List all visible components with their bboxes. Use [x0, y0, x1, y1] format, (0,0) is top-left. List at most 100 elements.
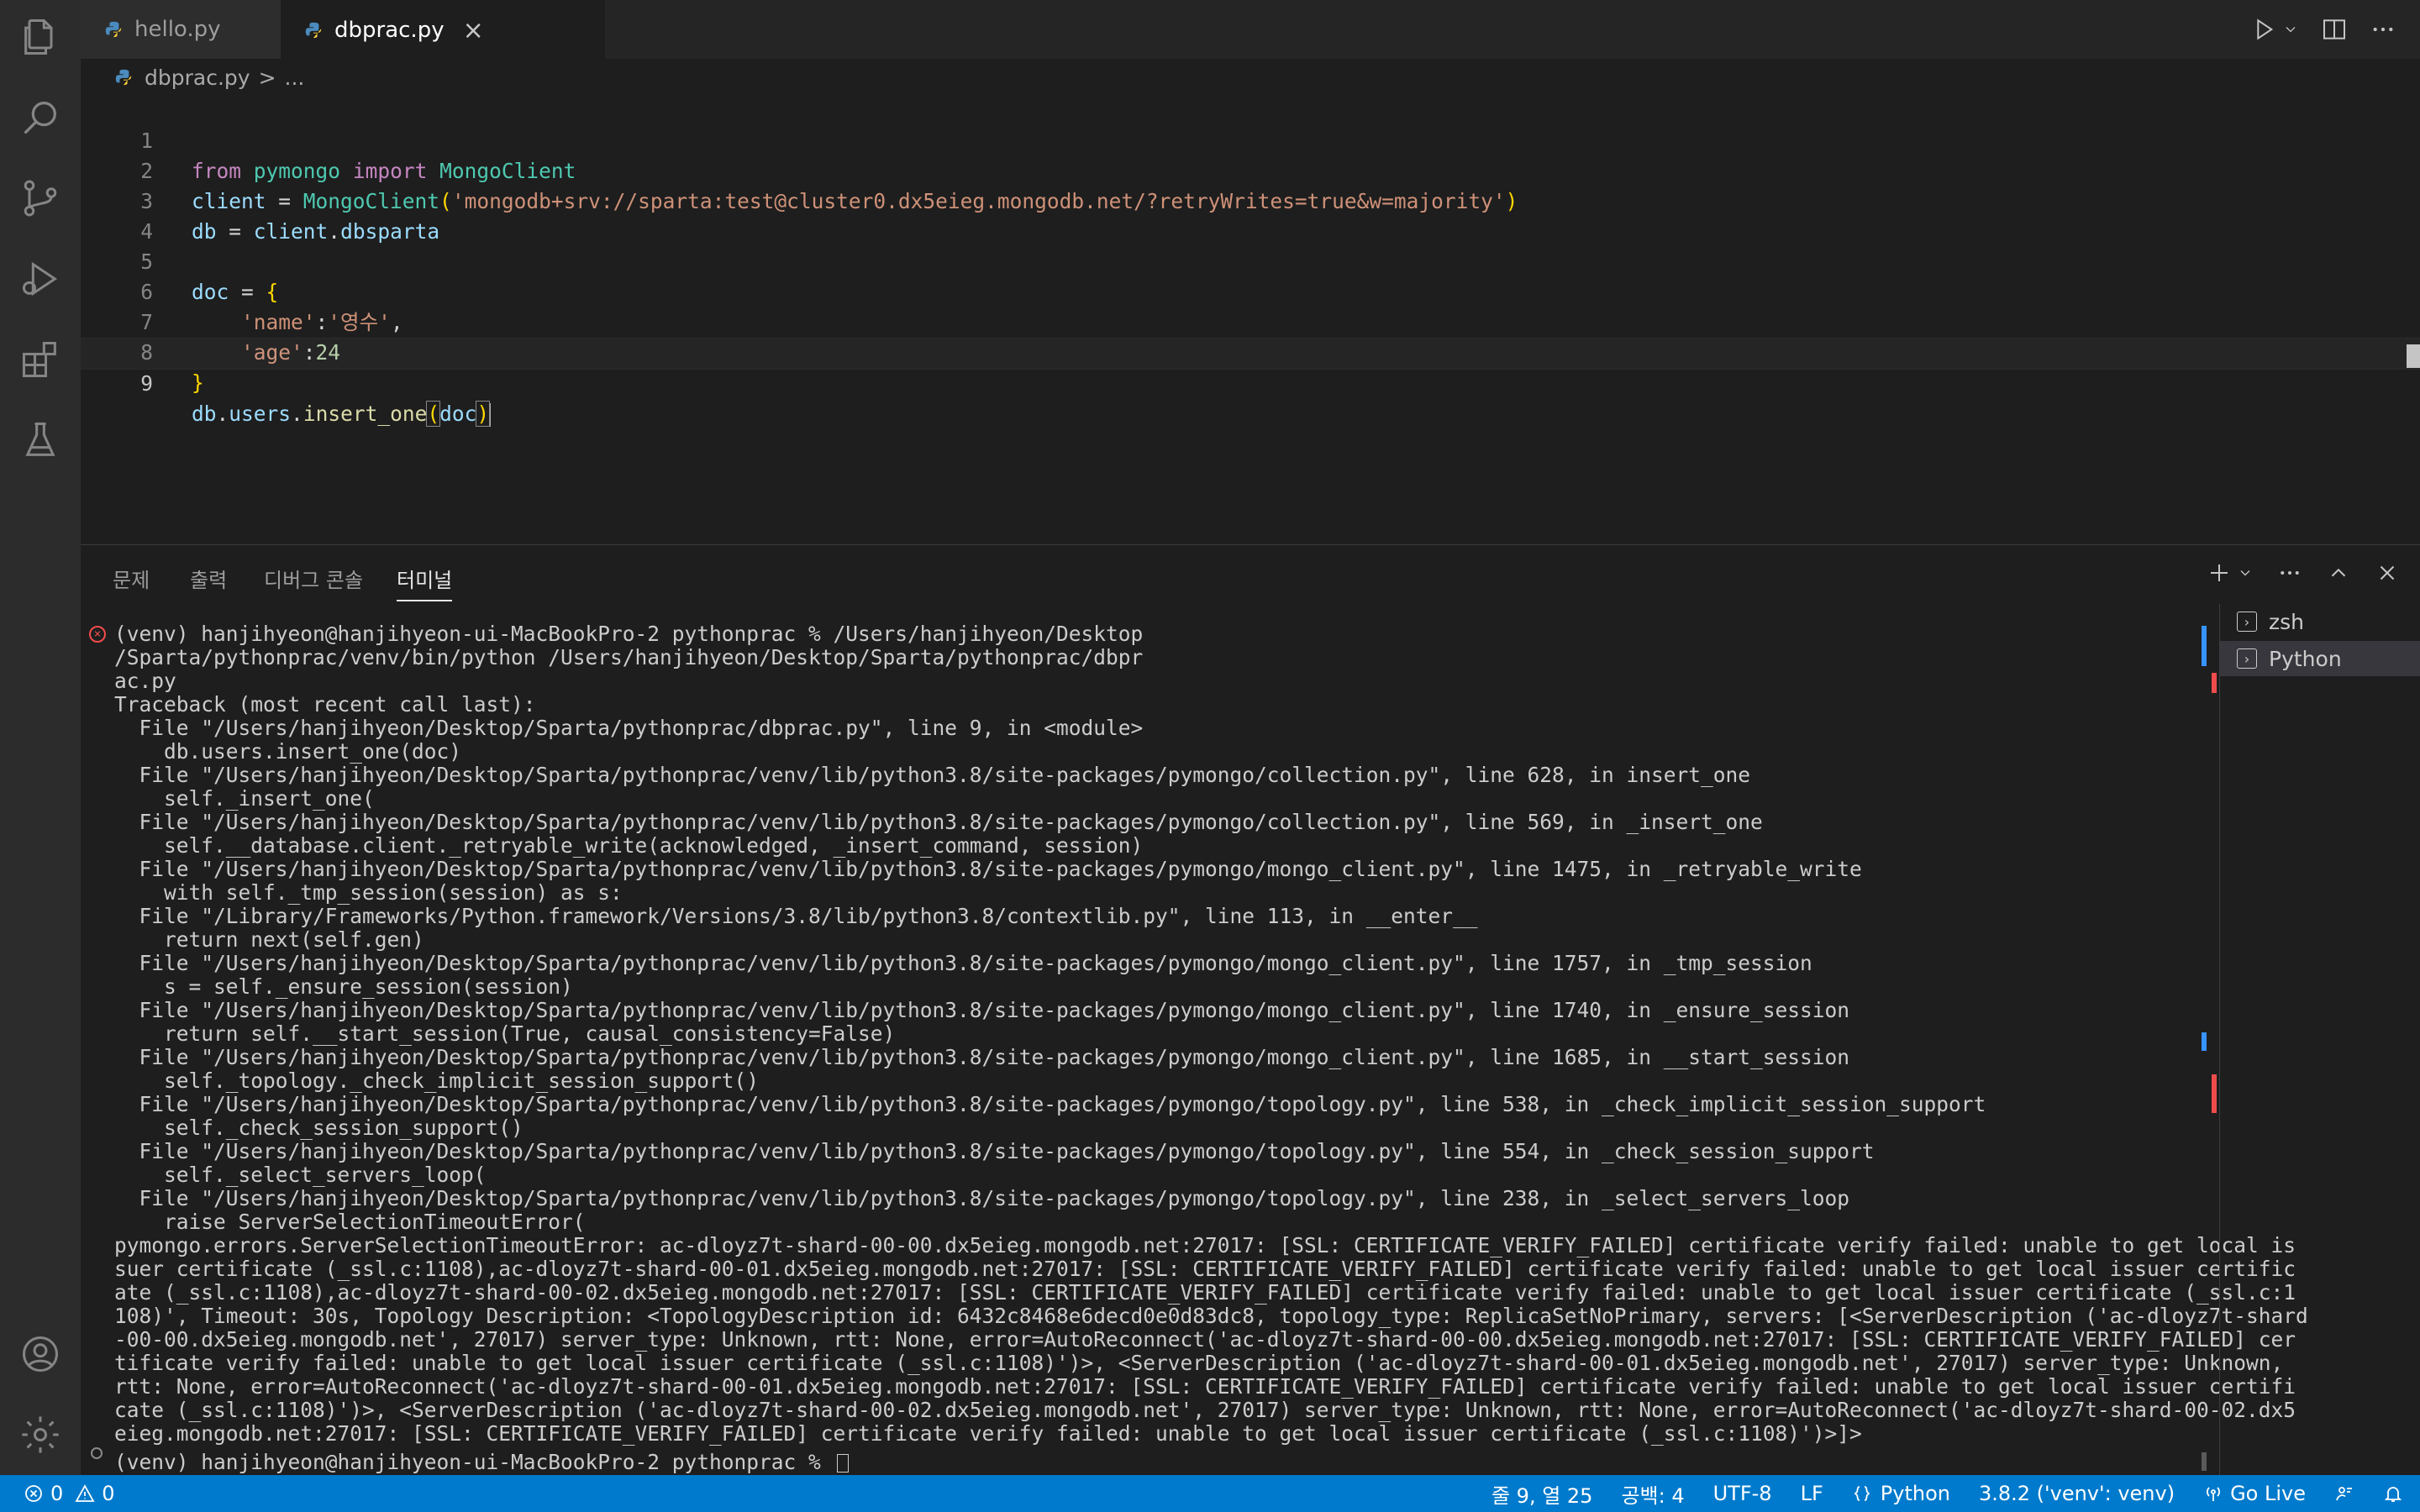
- tab-debug-console[interactable]: 디버그 콘솔: [264, 564, 363, 593]
- code-line: 8 }: [81, 307, 2420, 395]
- run-python-file-icon[interactable]: [2250, 16, 2277, 43]
- code-editor[interactable]: 1 from pymongo import MongoClient 2 clie…: [81, 96, 2420, 541]
- terminal-session-python[interactable]: › Python: [2220, 641, 2420, 676]
- code-line: 4: [81, 186, 2420, 244]
- code-line: 6 'name':'영수',: [81, 247, 2420, 334]
- terminal-line: File "/Users/hanjihyeon/Desktop/Sparta/p…: [114, 1139, 1875, 1163]
- editor-actions: [2250, 0, 2420, 59]
- language-label: Python: [1880, 1482, 1950, 1505]
- terminal-line: return next(self.gen): [114, 927, 424, 952]
- search-icon[interactable]: [13, 91, 67, 144]
- status-bar: 0 0 줄 9, 열 25 공백: 4 UTF-8 LF Python 3.8.…: [0, 1475, 2420, 1512]
- terminal-line: self.__database.client._retryable_write(…: [114, 833, 1144, 858]
- terminal-line: self._select_servers_loop(: [114, 1163, 487, 1187]
- explorer-icon[interactable]: [13, 10, 67, 64]
- tab-label: dbprac.py: [334, 18, 445, 43]
- current-code-line: 9 db.users.insert_one(doc): [81, 338, 2420, 427]
- warning-icon: [75, 1484, 95, 1502]
- command-decoration-icon[interactable]: [91, 1447, 103, 1459]
- account-icon[interactable]: [13, 1327, 67, 1381]
- go-live-label: Go Live: [2230, 1482, 2306, 1505]
- terminal-line: /Sparta/pythonprac/venv/bin/python /User…: [114, 645, 1144, 669]
- encoding[interactable]: UTF-8: [1713, 1482, 1772, 1505]
- paren-token: ): [476, 401, 491, 427]
- terminal-line: Traceback (most recent call last):: [114, 692, 536, 717]
- more-actions-icon[interactable]: [2277, 560, 2302, 585]
- code-line: 5 doc = {: [81, 217, 2420, 304]
- dot-token: .: [291, 402, 303, 426]
- new-terminal-icon[interactable]: [2207, 560, 2232, 585]
- function-token: insert_one: [302, 402, 428, 426]
- cursor-position[interactable]: 줄 9, 열 25: [1491, 1479, 1592, 1509]
- python-file-icon: [305, 22, 322, 39]
- tab-dbprac-py[interactable]: dbprac.py ×: [281, 0, 605, 59]
- code-line: 3 db = client.dbsparta: [81, 156, 2420, 244]
- code-line: 1 from pymongo import MongoClient: [81, 96, 2420, 183]
- go-live-button[interactable]: Go Live: [2203, 1482, 2306, 1505]
- run-debug-icon[interactable]: [13, 252, 67, 306]
- breadcrumb: dbprac.py > ...: [81, 59, 304, 96]
- more-actions-icon[interactable]: [2370, 16, 2396, 43]
- testing-icon[interactable]: [13, 413, 67, 467]
- scroll-mark: [2202, 1452, 2207, 1471]
- terminal-session-zsh[interactable]: › zsh: [2220, 604, 2420, 639]
- terminal-line: File "/Users/hanjihyeon/Desktop/Sparta/p…: [114, 1186, 1850, 1210]
- python-interpreter[interactable]: 3.8.2 ('venv': venv): [1979, 1482, 2175, 1505]
- terminal-line: pymongo.errors.ServerSelectionTimeoutErr…: [114, 1233, 2296, 1257]
- terminal-icon: ›: [2237, 648, 2257, 669]
- panel-actions: [2207, 560, 2400, 585]
- code-line: 2 client = MongoClient('mongodb+srv://sp…: [81, 126, 2420, 213]
- tab-problems[interactable]: 문제: [113, 564, 150, 593]
- notifications-bell-icon[interactable]: [2383, 1483, 2403, 1504]
- close-panel-icon[interactable]: [2375, 560, 2400, 585]
- tab-hello-py[interactable]: hello.py: [81, 0, 281, 59]
- error-count: 0: [50, 1482, 64, 1505]
- settings-gear-icon[interactable]: [13, 1408, 67, 1462]
- terminal-line: ate (_ssl.c:1108),ac-dloyz7t-shard-00-02…: [114, 1280, 2296, 1305]
- breadcrumb-separator: >: [258, 65, 276, 90]
- feedback-icon[interactable]: [2334, 1483, 2354, 1504]
- terminal-line: File "/Users/hanjihyeon/Desktop/Sparta/p…: [114, 763, 1751, 787]
- terminal-cursor: [836, 1454, 849, 1473]
- activity-bar: [0, 0, 81, 1475]
- terminal-line: db.users.insert_one(doc): [114, 739, 462, 764]
- terminal-line: File "/Users/hanjihyeon/Desktop/Sparta/p…: [114, 998, 1850, 1022]
- terminal-session-label: Python: [2269, 646, 2342, 671]
- editor-tab-bar: hello.py dbprac.py ×: [81, 0, 2420, 59]
- terminal-list: › zsh › Python: [2219, 604, 2420, 1476]
- error-decoration-icon[interactable]: ×: [89, 626, 106, 643]
- close-tab-icon[interactable]: ×: [463, 16, 484, 45]
- chevron-down-icon[interactable]: [2282, 16, 2299, 43]
- terminal-line: -00-00.dx5eieg.mongodb.net', 27017) serv…: [114, 1327, 2296, 1352]
- indentation[interactable]: 공백: 4: [1621, 1479, 1684, 1509]
- tab-terminal[interactable]: 터미널: [397, 564, 453, 601]
- minimap-slider[interactable]: [2407, 344, 2420, 368]
- terminal-line: return self.__start_session(True, causal…: [114, 1021, 896, 1046]
- end-of-line[interactable]: LF: [1801, 1482, 1823, 1505]
- chevron-down-icon[interactable]: [2237, 560, 2254, 585]
- split-editor-icon[interactable]: [2321, 16, 2348, 43]
- terminal-line: raise ServerSelectionTimeoutError(: [114, 1210, 586, 1234]
- terminal-output[interactable]: × (venv) hanjihyeon@hanjihyeon-ui-MacBoo…: [81, 622, 2308, 1474]
- python-file-icon: [105, 21, 122, 38]
- dot-token: .: [216, 402, 229, 426]
- breadcrumb-file[interactable]: dbprac.py: [145, 66, 250, 90]
- language-mode[interactable]: Python: [1852, 1482, 1950, 1505]
- terminal-line: 108)', Timeout: 30s, Topology Descriptio…: [114, 1304, 2308, 1328]
- breadcrumb-more[interactable]: ...: [285, 66, 305, 90]
- terminal-session-label: zsh: [2269, 609, 2304, 634]
- source-control-icon[interactable]: [13, 171, 67, 225]
- terminal-line: eieg.mongodb.net:27017: [SSL: CERTIFICAT…: [114, 1421, 1862, 1446]
- terminal-line: ac.py: [114, 669, 176, 693]
- extensions-icon[interactable]: [13, 333, 67, 386]
- tab-output[interactable]: 출력: [190, 564, 227, 593]
- tab-label: hello.py: [134, 17, 221, 42]
- maximize-panel-icon[interactable]: [2326, 560, 2351, 585]
- terminal-line: suer certificate (_ssl.c:1108),ac-dloyz7…: [114, 1257, 2296, 1281]
- terminal-line: File "/Library/Frameworks/Python.framewo…: [114, 904, 1478, 928]
- terminal-icon: ›: [2237, 612, 2257, 632]
- terminal-line: File "/Users/hanjihyeon/Desktop/Sparta/p…: [114, 857, 1862, 881]
- terminal-line: self._check_session_support(): [114, 1116, 523, 1140]
- terminal-line: self._topology._check_implicit_session_s…: [114, 1068, 760, 1093]
- problems-indicator[interactable]: 0 0: [24, 1475, 115, 1512]
